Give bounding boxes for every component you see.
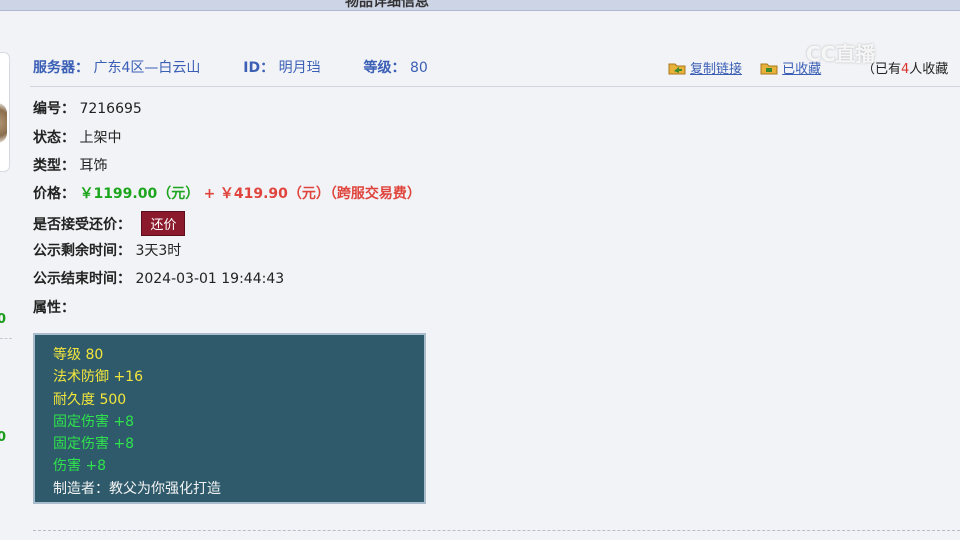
type-label: 类型：: [33, 158, 75, 174]
end-time-value: 2024-03-01 19:44:43: [135, 271, 285, 287]
end-time-label: 公示结束时间：: [33, 271, 131, 287]
attribute-line: 伤害 +8: [53, 458, 107, 475]
left-list-price: 0: [0, 430, 7, 445]
attribute-line: 等级 80: [53, 347, 104, 363]
counter-offer-button[interactable]: 还价: [141, 211, 186, 236]
cross-server-fee: ￥419.90（元）（跨服交易费）: [219, 186, 421, 202]
type-value: 耳饰: [79, 158, 108, 174]
server-info-row: 服务器： 广东4区—白云山 ID： 明月珰 等级： 80: [33, 57, 428, 77]
left-list-price: 0: [0, 312, 7, 327]
bargain-row: 是否接受还价： 还价: [33, 211, 186, 236]
attribute-line: 法术防御 +16: [53, 369, 143, 386]
level-label: 等级：: [363, 60, 406, 76]
remaining-time-row: 公示剩余时间： 3天3时: [33, 240, 181, 260]
type-row: 类型： 耳饰: [33, 155, 107, 175]
left-divider: [0, 338, 12, 340]
number-row: 编号： 7216695: [33, 98, 142, 118]
footer-divider: [33, 530, 960, 531]
server-label: 服务器：: [33, 60, 89, 76]
server-value: 广东4区—白云山: [93, 60, 201, 76]
bargain-label: 是否接受还价：: [33, 217, 131, 233]
status-label: 状态：: [33, 130, 75, 146]
level-value: 80: [409, 60, 428, 76]
price-row: 价格： ￥1199.00（元） + ￥419.90（元）（跨服交易费）: [33, 183, 421, 203]
price-value: ￥1199.00（元）: [79, 186, 200, 202]
status-value: 上架中: [79, 130, 122, 146]
item-thumbnail: [0, 103, 7, 143]
copy-link-button[interactable]: 复制链接: [690, 62, 742, 77]
page-title-bar: 物品详细信息: [0, 0, 960, 11]
header-divider: [30, 86, 960, 87]
folder-favorite-icon: [760, 62, 778, 75]
id-label: ID：: [243, 60, 275, 76]
attributes-panel: 等级 80 法术防御 +16 耐久度 500 固定伤害 +8 固定伤害 +8 伤…: [33, 333, 426, 504]
item-thumbnail-card[interactable]: [0, 52, 10, 172]
price-plus: +: [203, 186, 216, 202]
attribute-line: 耐久度 500: [53, 391, 127, 408]
remaining-time-label: 公示剩余时间：: [33, 243, 131, 259]
page-title: 物品详细信息: [345, 0, 429, 10]
attributes-row: 属性：: [33, 297, 75, 317]
stream-watermark: CC直播: [806, 42, 876, 66]
price-label: 价格：: [33, 186, 75, 202]
attribute-line: 制造者：教父为你强化打造: [53, 480, 221, 497]
status-row: 状态： 上架中: [33, 127, 121, 147]
attribute-line: 固定伤害 +8: [53, 413, 135, 430]
remaining-time-value: 3天3时: [135, 243, 182, 259]
folder-share-icon: [668, 62, 686, 75]
number-label: 编号：: [33, 101, 75, 117]
id-value: 明月珰: [278, 60, 321, 76]
attribute-line: 固定伤害 +8: [53, 436, 135, 453]
attributes-label: 属性：: [33, 300, 75, 316]
number-value: 7216695: [79, 101, 142, 117]
end-time-row: 公示结束时间： 2024-03-01 19:44:43: [33, 268, 284, 288]
